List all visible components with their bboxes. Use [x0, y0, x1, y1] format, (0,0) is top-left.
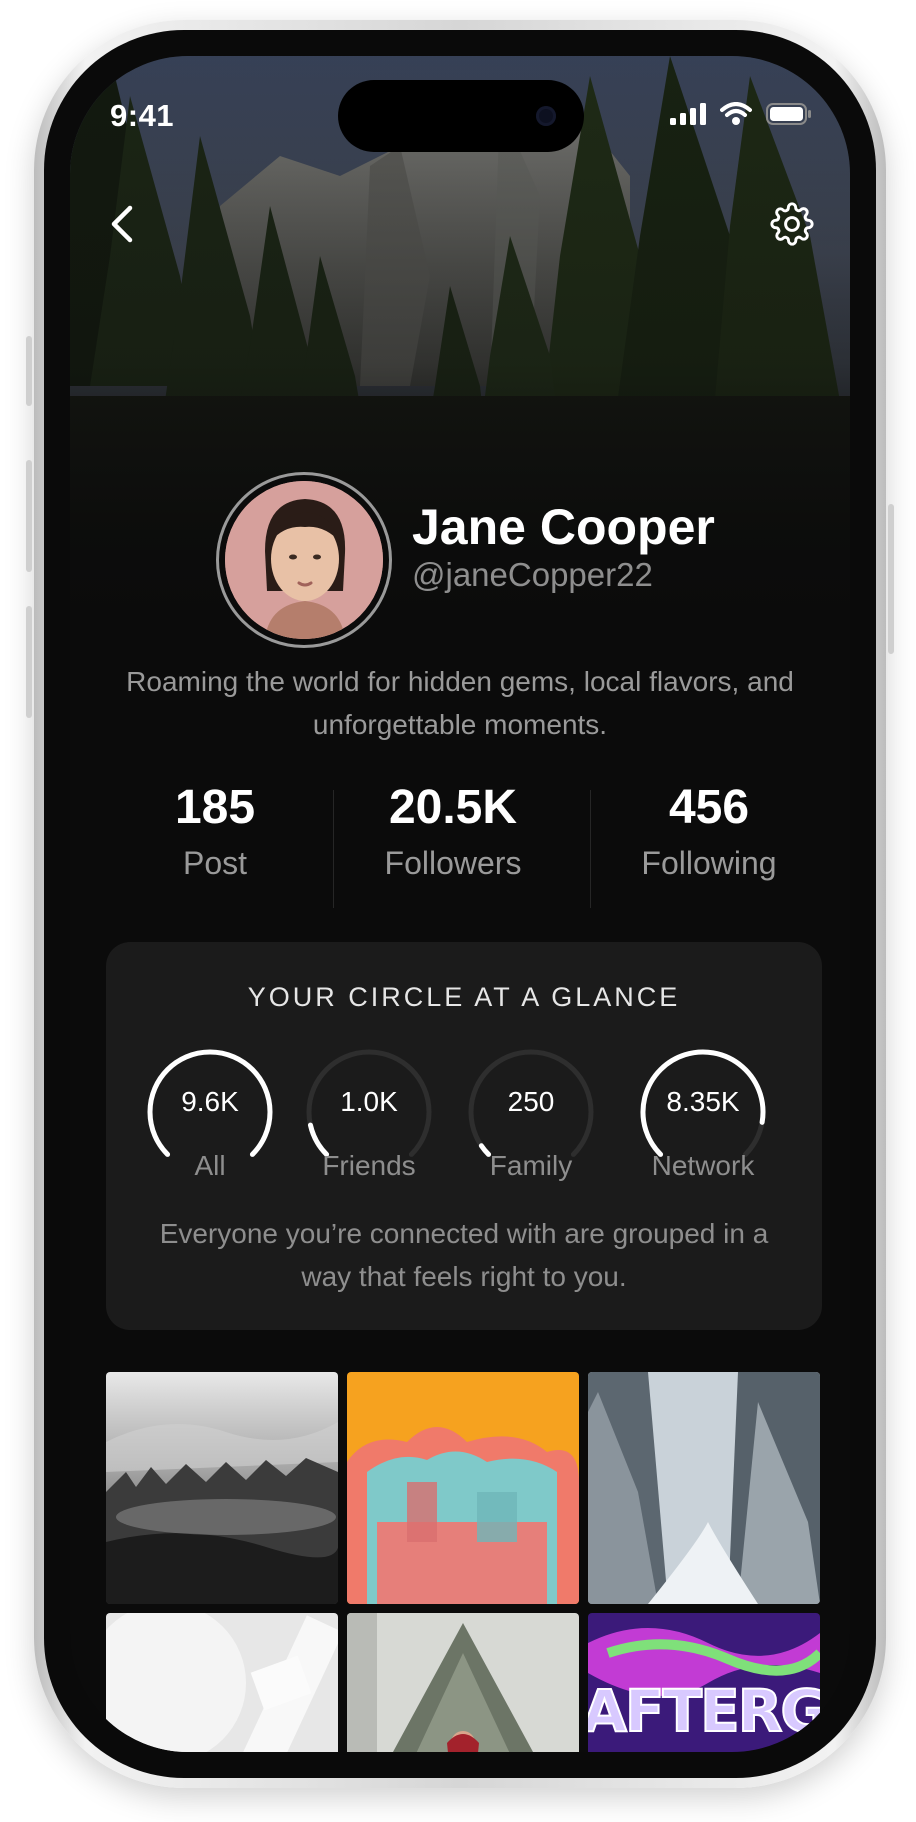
settings-button[interactable] — [762, 194, 822, 254]
ring-value: 8.35K — [666, 1086, 740, 1117]
stat-label: Post — [182, 845, 248, 881]
dynamic-island — [338, 80, 584, 152]
screen: 9:41 Jane Cooper @janeCopper22 Roaming t… — [70, 56, 850, 1752]
ring-family[interactable]: 250 Family — [461, 1042, 601, 1182]
side-button-mute — [26, 336, 32, 406]
ring-label: Network — [651, 1150, 755, 1181]
ring-value: 9.6K — [181, 1086, 239, 1117]
stat-followers[interactable]: 20.5K Followers — [338, 780, 568, 882]
avatar[interactable] — [216, 472, 392, 648]
status-icons — [670, 102, 812, 131]
status-time: 9:41 — [110, 98, 175, 133]
ring-label: All — [194, 1150, 226, 1181]
snowy-forest-path-photo[interactable] — [588, 1372, 820, 1604]
circle-card-note: Everyone you’re connected with are group… — [159, 1218, 769, 1292]
stat-following[interactable]: 456 Following — [594, 780, 824, 882]
ring-friends[interactable]: 1.0K Friends — [299, 1042, 439, 1182]
stat-posts[interactable]: 185 Post — [100, 780, 330, 882]
back-button[interactable] — [98, 194, 146, 254]
afterglow-text: AFTERGLOW — [588, 1677, 820, 1745]
wifi-icon — [720, 102, 752, 131]
afterglow-graffiti-photo[interactable]: AFTERGLOW — [588, 1613, 820, 1752]
stat-value: 185 — [174, 781, 256, 834]
ring-label: Family — [489, 1150, 573, 1181]
gear-icon — [770, 202, 814, 246]
side-button-volume-down — [26, 606, 32, 718]
ring-value: 1.0K — [340, 1086, 398, 1117]
profile-name: Jane Cooper — [412, 499, 715, 555]
stat-label: Following — [641, 845, 777, 881]
stats-row: 185 Post 20.5K Followers 456 Following — [100, 780, 820, 908]
ring-label: Friends — [322, 1150, 416, 1181]
stat-value: 456 — [668, 781, 750, 834]
stat-value: 20.5K — [388, 781, 518, 834]
foggy-forest-photo[interactable] — [106, 1372, 338, 1604]
ring-value: 250 — [507, 1086, 555, 1117]
abstract-orange-photo[interactable] — [347, 1372, 579, 1604]
battery-icon — [766, 102, 812, 131]
snowy-tree-person-photo[interactable] — [347, 1613, 579, 1752]
avatar-photo — [225, 481, 383, 639]
circle-card: YOUR CIRCLE AT A GLANCE 9.6K All 1.0K Fr… — [106, 942, 822, 1330]
stat-divider — [590, 790, 591, 908]
ring-all[interactable]: 9.6K All — [140, 1042, 280, 1182]
stat-label: Followers — [384, 845, 522, 881]
side-button-power — [888, 504, 894, 654]
front-camera-icon — [536, 106, 556, 126]
chevron-left-icon — [111, 205, 133, 243]
stat-divider — [333, 790, 334, 908]
profile-bio: Roaming the world for hidden gems, local… — [126, 666, 794, 740]
ring-network[interactable]: 8.35K Network — [633, 1042, 773, 1182]
profile-handle: @janeCopper22 — [412, 556, 653, 593]
cellular-signal-icon — [670, 103, 706, 130]
side-button-volume-up — [26, 460, 32, 572]
white-product-photo[interactable] — [106, 1613, 338, 1752]
circle-card-title: YOUR CIRCLE AT A GLANCE — [247, 982, 681, 1012]
